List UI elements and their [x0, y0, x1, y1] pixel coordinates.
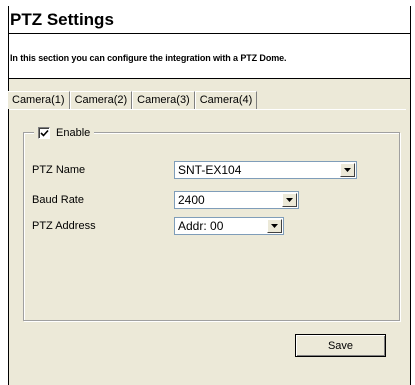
- ptz-name-value: SNT-EX104: [178, 163, 242, 177]
- chevron-down-icon[interactable]: [340, 163, 355, 177]
- tab-camera-4[interactable]: Camera(4): [194, 91, 258, 109]
- save-button[interactable]: Save: [295, 334, 386, 357]
- baud-rate-label: Baud Rate: [32, 194, 84, 206]
- check-icon: [39, 129, 49, 137]
- page-title: PTZ Settings: [10, 10, 114, 29]
- baud-rate-select[interactable]: 2400: [174, 191, 299, 209]
- title-divider: [9, 33, 410, 34]
- ptz-address-label: PTZ Address: [32, 220, 96, 232]
- ptz-name-label: PTZ Name: [32, 164, 86, 176]
- ptz-address-select[interactable]: Addr: 00: [174, 217, 284, 235]
- ptz-address-value: Addr: 00: [178, 219, 224, 233]
- camera-tabs: Camera(1) Camera(2) Camera(3) Camera(4): [7, 91, 258, 109]
- ptz-name-select[interactable]: SNT-EX104: [174, 161, 357, 179]
- tab-camera-3[interactable]: Camera(3): [132, 91, 195, 109]
- tab-camera-1[interactable]: Camera(1): [7, 91, 70, 109]
- chevron-down-icon[interactable]: [267, 219, 282, 233]
- enable-checkbox[interactable]: [38, 127, 50, 139]
- section-description: In this section you can configure the in…: [10, 53, 287, 63]
- baud-rate-value: 2400: [178, 193, 205, 207]
- chevron-down-icon[interactable]: [282, 193, 297, 207]
- enable-label: Enable: [56, 127, 91, 139]
- tab-camera-2[interactable]: Camera(2): [69, 91, 133, 109]
- enable-toggle[interactable]: Enable: [34, 126, 95, 140]
